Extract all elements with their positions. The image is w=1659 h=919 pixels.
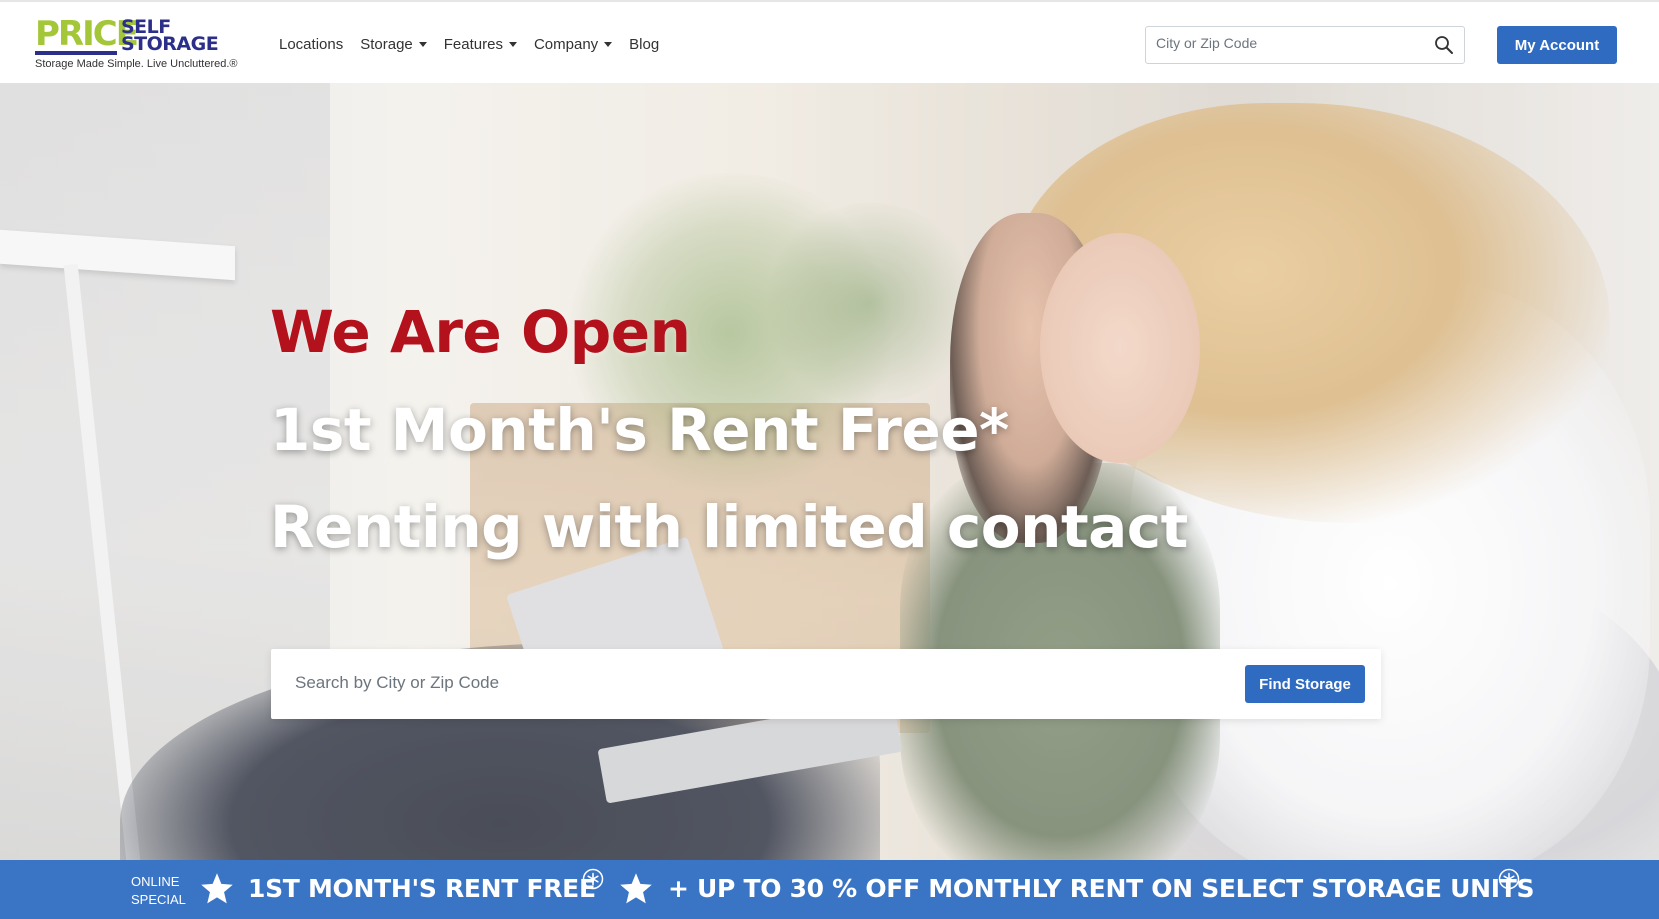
promo-label-line1: ONLINE [131,874,180,889]
hero-overlay [0,83,1659,860]
search-icon[interactable] [1434,35,1454,55]
main-nav: Locations Storage Features Company Blog [279,36,676,53]
site-header: PRICE SELF STORAGE Storage Made Simple. … [0,0,1659,83]
hero-search-input[interactable] [295,673,1175,693]
asterisk-circle-icon [582,868,604,890]
logo-tagline: Storage Made Simple. Live Uncluttered.® [35,58,238,70]
header-search-input[interactable] [1156,35,1426,51]
nav-features[interactable]: Features [444,36,517,53]
promo-banner[interactable]: ONLINE SPECIAL 1ST MONTH'S RENT FREE + U… [0,860,1659,919]
hero-headline-contact: Renting with limited contact [270,493,1188,561]
hero-headline-open: We Are Open [270,298,691,366]
nav-company[interactable]: Company [533,36,613,53]
promo-offer-1: 1ST MONTH'S RENT FREE [248,874,596,903]
hero-section: We Are Open 1st Month's Rent Free* Renti… [0,83,1659,860]
nav-locations-label: Locations [279,36,344,53]
caret-down-icon [418,42,427,47]
hero-search-box: Find Storage [271,649,1381,719]
my-account-button[interactable]: My Account [1497,26,1617,64]
nav-blog-label: Blog [629,36,660,53]
asterisk-circle-icon [1498,868,1520,890]
nav-features-label: Features [443,36,503,53]
find-storage-button[interactable]: Find Storage [1245,665,1365,703]
promo-label-line2: SPECIAL [131,892,186,907]
caret-down-icon [604,42,613,47]
nav-storage-label: Storage [360,36,413,53]
star-icon [201,873,233,904]
nav-locations[interactable]: Locations [279,36,343,53]
logo-underline [35,51,117,55]
nav-company-label: Company [533,36,599,53]
hero-headline-offer: 1st Month's Rent Free* [270,396,1009,464]
header-search [1145,26,1465,64]
nav-blog[interactable]: Blog [629,36,659,53]
logo-storage-text: STORAGE [121,33,219,55]
promo-offer-2: + UP TO 30 % OFF MONTHLY RENT ON SELECT … [668,874,1535,903]
nav-storage[interactable]: Storage [360,36,427,53]
promo-label: ONLINE SPECIAL [131,873,186,909]
star-icon [620,873,652,904]
caret-down-icon [508,42,517,47]
price-self-storage-logo[interactable]: PRICE SELF STORAGE Storage Made Simple. … [35,16,265,74]
